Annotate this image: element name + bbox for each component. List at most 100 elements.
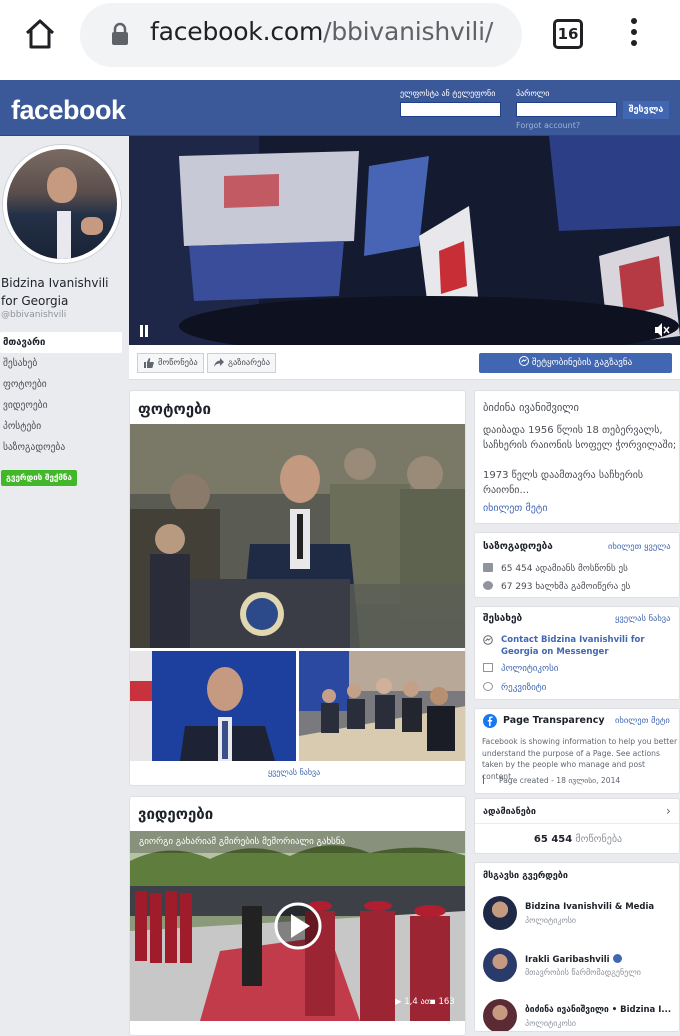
transparency-card: Page Transparency იხილეთ მეტი Facebook i… — [474, 708, 680, 794]
similar-title[interactable]: მსგავსი გვერდები — [483, 871, 568, 881]
forgot-account-link[interactable]: Forgot account? — [516, 121, 580, 130]
community-title[interactable]: საზოგადოება — [483, 541, 553, 552]
photo-thumb-1-image — [130, 651, 296, 761]
follow-icon — [483, 581, 493, 590]
bio-see-more-link[interactable]: იხილეთ მეტი — [483, 501, 548, 516]
create-page-button[interactable]: გვერდის შექმნა — [1, 470, 77, 486]
videos-title[interactable]: ვიდეოები — [138, 805, 213, 823]
url-domain: facebook.com — [150, 17, 324, 46]
chevron-right-icon[interactable]: › — [666, 804, 671, 818]
photo-thumb-1[interactable] — [130, 651, 296, 761]
home-icon[interactable] — [22, 16, 58, 52]
lock-icon — [112, 22, 128, 45]
about-category-2-text[interactable]: რეკვიზიტი — [501, 683, 546, 693]
photo-main[interactable] — [130, 424, 465, 648]
login-button[interactable]: შესვლა — [623, 101, 669, 119]
password-label: პაროლი — [516, 89, 550, 98]
category-icon — [483, 663, 493, 672]
community-card: საზოგადოება იხილეთ ყველა 65 454 ადამიანს… — [474, 532, 680, 598]
sidebar-item-community[interactable]: საზოგადოება — [0, 437, 122, 458]
sidebar-item-about[interactable]: შესახებ — [0, 353, 122, 374]
email-label: ელფოსტა ან ტელეფონი — [400, 89, 496, 98]
photos-title[interactable]: ფოტოები — [138, 400, 211, 418]
more-menu-icon[interactable] — [630, 18, 638, 50]
photo-thumb-2[interactable] — [299, 651, 465, 761]
like-label: მოწონება — [158, 358, 198, 368]
email-field[interactable] — [400, 102, 501, 117]
like-button[interactable]: მოწონება — [137, 353, 204, 373]
photo-main-image — [130, 424, 465, 648]
people-count: 65 454 — [533, 834, 573, 845]
community-follows: 67 293 ხალხმა გამოიწერა ეს — [483, 581, 630, 592]
thumbs-up-icon — [483, 563, 493, 572]
pause-icon[interactable] — [139, 325, 149, 337]
similar-pages-card: მსგავსი გვერდები Bidzina Ivanishvili & M… — [474, 862, 680, 1032]
photo-thumb-2-image — [299, 651, 465, 761]
similar-page-1-name[interactable]: Bidzina Ivanishvili & Media — [525, 902, 654, 912]
page-created-text: Page created - 18 ივლისი, 2014 — [499, 776, 621, 785]
people-count-label: მოწონება — [575, 834, 623, 845]
sidebar-item-home[interactable]: მთავარი — [0, 332, 122, 353]
bio-line-1: დაიბადა 1956 წლის 18 თებერვალს, საჩხერის… — [483, 425, 677, 451]
transparency-title[interactable]: Page Transparency — [503, 715, 605, 726]
sidebar-item-videos[interactable]: ვიდეოები — [0, 395, 122, 416]
photos-see-all-link[interactable]: ყველას ნახვა — [268, 768, 320, 777]
about-category-1: პოლიტიკოსი — [483, 663, 558, 674]
browser-toolbar: facebook.com/bbivanishvili/ 16 — [0, 0, 680, 80]
page-title[interactable]: Bidzina Ivanishvili for Georgia — [1, 274, 126, 310]
transparency-see-more-link[interactable]: იხილეთ მეტი — [615, 716, 670, 726]
similar-page-2-name[interactable]: Irakli Garibashvili — [525, 954, 622, 965]
profile-avatar[interactable] — [3, 145, 121, 263]
video-player[interactable]: გიორგი გახარიამ გმირების მემორიალი გახსნ… — [130, 831, 465, 1021]
sidebar-item-photos[interactable]: ფოტოები — [0, 374, 122, 395]
info-icon — [483, 682, 493, 691]
community-see-all-link[interactable]: იხილეთ ყველა — [608, 542, 671, 552]
community-likes-text: 65 454 ადამიანს მოსწონს ეს — [501, 564, 628, 574]
url-path: /bbivanishvili/ — [323, 17, 494, 46]
video-comments-value: 163 — [438, 997, 455, 1007]
facebook-logo[interactable]: facebook — [11, 95, 126, 126]
video-comments: ▪ 163 — [430, 997, 455, 1007]
people-card: ადამიანები › 65 454 მოწონება — [474, 798, 680, 854]
messenger-icon — [483, 635, 493, 645]
verified-badge-icon — [612, 954, 622, 963]
share-button[interactable]: გაზიარება — [207, 353, 277, 373]
community-likes: 65 454 ადამიანს მოსწონს ეს — [483, 563, 628, 574]
videos-card: ვიდეოები გიორგი გახარიამ გმირების მემორი… — [129, 796, 466, 1036]
share-icon — [214, 358, 224, 367]
side-nav: მთავარი შესახებ ფოტოები ვიდეოები პოსტები… — [0, 332, 122, 458]
video-caption: გიორგი გახარიამ გმირების მემორიალი გახსნ… — [139, 837, 346, 847]
similar-page-3-avatar[interactable] — [483, 999, 517, 1031]
url-text[interactable]: facebook.com/bbivanishvili/ — [150, 17, 493, 46]
people-title[interactable]: ადამიანები — [483, 807, 536, 817]
similar-page-1-avatar[interactable] — [483, 896, 517, 930]
about-category-1-text[interactable]: პოლიტიკოსი — [501, 664, 558, 674]
similar-page-2-avatar[interactable] — [483, 948, 517, 982]
tabs-count-icon[interactable]: 16 — [553, 19, 583, 49]
mute-icon[interactable] — [654, 322, 670, 338]
about-category-2: რეკვიზიტი — [483, 682, 546, 693]
share-label: გაზიარება — [228, 358, 271, 368]
cover-video[interactable] — [129, 136, 680, 345]
about-see-all-link[interactable]: ყველას ნახვა — [615, 614, 670, 624]
flag-icon — [483, 775, 491, 784]
send-message-label: შეტყობინების გაგზავნა — [531, 358, 633, 368]
similar-page-3-name[interactable]: ბიძინა ივანიშვილი • Bidzina I... — [525, 1005, 671, 1015]
about-title[interactable]: შესახებ — [483, 613, 522, 624]
people-count-row: 65 454 მოწონება — [475, 834, 679, 845]
video-thumbnail — [130, 831, 465, 1021]
page-handle: @bbivanishvili — [1, 310, 67, 320]
bio-name: ბიძინა ივანიშვილი — [483, 402, 579, 414]
password-field[interactable] — [516, 102, 617, 117]
send-message-button[interactable]: შეტყობინების გაგზავნა — [479, 353, 672, 373]
bio-card: ბიძინა ივანიშვილი დაიბადა 1956 წლის 18 თ… — [474, 390, 680, 524]
cover-image — [129, 136, 680, 345]
similar-page-1-category: პოლიტიკოსი — [525, 916, 577, 925]
similar-page-2-category: მთავრობის წარმომადგენელი — [525, 968, 641, 977]
facebook-header: facebook ელფოსტა ან ტელეფონი პაროლი შესვ… — [0, 80, 680, 136]
messenger-icon — [518, 356, 529, 366]
community-follows-text: 67 293 ხალხმა გამოიწერა ეს — [501, 582, 631, 592]
page-created: Page created - 18 ივლისი, 2014 — [483, 775, 620, 785]
sidebar-item-posts[interactable]: პოსტები — [0, 416, 122, 437]
video-views: ▶ 1,4 ათ. — [395, 997, 435, 1007]
